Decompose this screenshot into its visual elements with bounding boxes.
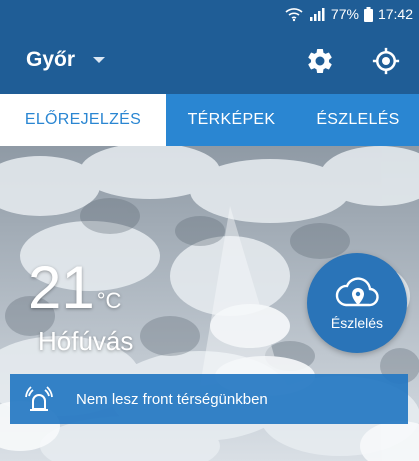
weather-condition: Hófúvás: [38, 326, 134, 356]
weather-alert-banner[interactable]: Nem lesz front térségünkben: [10, 374, 408, 424]
settings-button[interactable]: [304, 45, 336, 77]
current-temperature: 21 °C: [28, 258, 121, 318]
tab-bar: ELŐREJELZÉS TÉRKÉPEK ÉSZLELÉS: [0, 94, 419, 146]
crosshair-icon: [372, 47, 400, 75]
tab-forecast[interactable]: ELŐREJELZÉS: [0, 94, 166, 146]
cloud-location-icon: [335, 277, 379, 307]
temperature-value: 21: [28, 254, 95, 321]
tab-maps[interactable]: TÉRKÉPEK: [166, 94, 297, 146]
city-selector[interactable]: Győr: [26, 48, 106, 72]
battery-percent: 77%: [330, 6, 359, 22]
signal-icon: [309, 8, 325, 21]
tab-observations[interactable]: ÉSZLELÉS: [297, 94, 419, 146]
locate-button[interactable]: [370, 45, 402, 77]
clock: 17:42: [377, 6, 413, 22]
observe-label: Észlelés: [330, 315, 384, 331]
temperature-unit: °C: [96, 288, 122, 313]
battery-icon: [363, 6, 373, 22]
chevron-down-icon: [93, 57, 106, 63]
wifi-icon: [285, 8, 303, 22]
alert-text: Nem lesz front térségünkben: [76, 390, 268, 408]
gear-icon: [308, 48, 332, 73]
weather-background: 21 °C Hófúvás Észlelés Nem lesz front té…: [0, 146, 419, 461]
observe-button[interactable]: Észlelés: [307, 253, 407, 353]
app-bar: Győr: [0, 28, 419, 94]
status-bar: 77% 17:42: [0, 0, 419, 28]
status-icons: 77% 17:42: [285, 5, 413, 23]
city-name: Győr: [26, 48, 76, 71]
alarm-beacon-icon: [25, 386, 53, 411]
